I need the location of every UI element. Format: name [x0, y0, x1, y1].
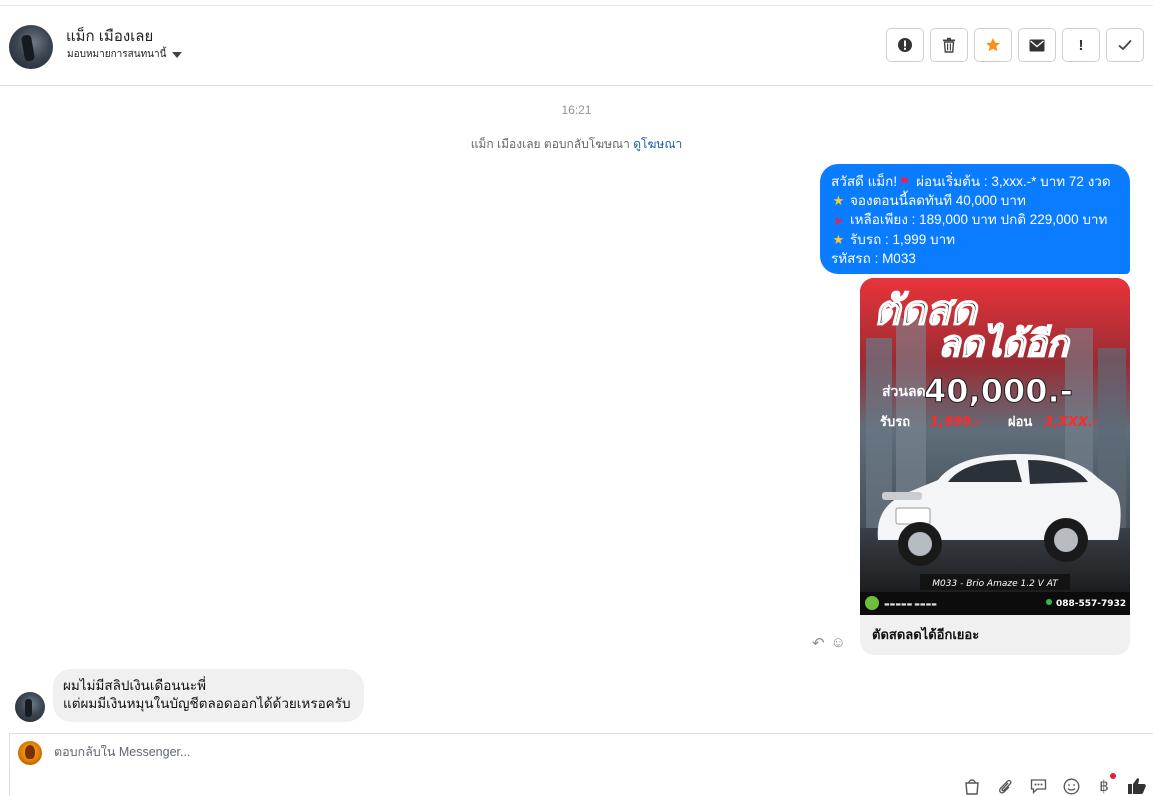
trash-icon: [943, 37, 955, 53]
checkmark-icon: [1118, 39, 1132, 51]
car-code-text: รหัสรถ : M033: [831, 250, 916, 266]
contact-avatar[interactable]: [9, 25, 53, 69]
baht-icon[interactable]: ฿: [1094, 773, 1116, 796]
message-line: ★ จองตอนนี้ลดทันที 40,000 บาท: [831, 191, 1119, 210]
header-actions: !: [886, 28, 1144, 62]
ad-card-title[interactable]: ตัดสดลดได้อีกเยอะ: [872, 624, 979, 645]
star-button[interactable]: [974, 28, 1012, 62]
reply-composer: ฿: [9, 733, 1153, 796]
ad-installment-value: 3,XXX.-: [1044, 415, 1098, 430]
red-flag-icon: ⚑: [898, 174, 911, 190]
svg-text:▬▬▬▬▬ ▬▬▬▬: ▬▬▬▬▬ ▬▬▬▬: [884, 601, 937, 608]
message-hover-tools: ↶ ☺: [812, 634, 846, 652]
react-emoji-icon[interactable]: ☺: [831, 634, 846, 652]
installment-text: ผ่อนเริ่มต้น : 3,xxx.-* บาท 72 งวด: [916, 174, 1111, 189]
ad-receive-value: 1,999.-: [930, 415, 981, 430]
star-emoji-icon: ★: [832, 231, 845, 247]
incoming-line-1: ผมไม่มีสลิปเงินเดือนนะพี่: [63, 678, 207, 693]
price-text: เหลือเพียง : 189,000 บาท ปกติ 229,000 บา…: [850, 212, 1108, 228]
mark-done-button[interactable]: [1106, 28, 1144, 62]
mail-icon: [1029, 39, 1045, 51]
quick-reply-icon[interactable]: [1028, 776, 1048, 796]
emoji-icon[interactable]: [1061, 776, 1081, 796]
incoming-message-bubble[interactable]: ผมไม่มีสลิปเงินเดือนนะพี่ แต่ผมมีเงินหมุ…: [53, 669, 364, 722]
ad-headline-2: ลดได้อีก: [938, 323, 1071, 365]
star-icon: [986, 38, 1000, 52]
mark-spam-button[interactable]: [886, 28, 924, 62]
assign-label: มอบหมายการสนทนานี้: [67, 49, 167, 60]
ad-receive-label: รับรถ: [880, 415, 910, 430]
pushpin-icon: ➤: [833, 212, 844, 228]
message-line: สวัสดี แม็ก! ⚑ ผ่อนเริ่มต้น : 3,xxx.-* บ…: [831, 172, 1119, 191]
reply-input[interactable]: [54, 745, 854, 759]
composer-tools: ฿: [962, 773, 1147, 796]
outgoing-message-bubble[interactable]: สวัสดี แม็ก! ⚑ ผ่อนเริ่มต้น : 3,xxx.-* บ…: [820, 164, 1130, 274]
ad-reply-text: แม็ก เมืองเลย ตอบกลับโฆษณา: [470, 137, 630, 151]
pickup-text: รับรถ : 1,999 บาท: [850, 231, 956, 247]
ad-card[interactable]: ตัดสด ลดได้อีก ส่วนลด 40,000.- รับรถ 1,9…: [860, 278, 1130, 655]
reply-icon[interactable]: ↶: [812, 634, 825, 652]
like-icon[interactable]: [1127, 776, 1147, 796]
spam-icon: [898, 38, 912, 52]
messenger-inbox: แม็ก เมืองเลย มอบหมายการสนทนานี้ ! 16:21…: [0, 0, 1153, 796]
ad-discount-prefix: ส่วนลด: [882, 384, 926, 400]
message-line: รหัสรถ : M033: [831, 249, 1119, 268]
paperclip-icon[interactable]: [995, 776, 1015, 796]
view-ad-link[interactable]: ดูโฆษณา: [633, 137, 682, 151]
mark-unread-button[interactable]: [1018, 28, 1056, 62]
message-line: ➤ เหลือเพียง : 189,000 บาท ปกติ 229,000 …: [831, 210, 1119, 229]
car-ad-illustration: ตัดสด ลดได้อีก ส่วนลด 40,000.- รับรถ 1,9…: [860, 278, 1130, 615]
conversation-header: แม็ก เมืองเลย มอบหมายการสนทนานี้ !: [0, 6, 1153, 86]
assign-conversation-dropdown[interactable]: มอบหมายการสนทนานี้: [67, 47, 183, 62]
page-avatar: [18, 741, 42, 765]
ad-model-text: M033 - Brio Amaze 1.2 V AT: [932, 579, 1059, 589]
sender-avatar[interactable]: [15, 692, 45, 722]
exclamation-icon: !: [1078, 36, 1084, 54]
ad-installment-label: ผ่อน: [1008, 415, 1032, 430]
contact-name[interactable]: แม็ก เมืองเลย: [66, 24, 153, 48]
booking-text: จองตอนนี้ลดทันที 40,000 บาท: [850, 193, 1026, 209]
incoming-line-2: แต่ผมมีเงินหมุนในบัญชีตลอดออกได้ด้วยเหรอ…: [63, 696, 351, 711]
greeting-text: สวัสดี แม็ก!: [831, 174, 898, 189]
message-timestamp: 16:21: [561, 103, 592, 117]
bag-icon[interactable]: [962, 776, 982, 796]
ad-reply-notice: แม็ก เมืองเลย ตอบกลับโฆษณา ดูโฆษณา: [0, 135, 1153, 154]
caret-down-icon: [172, 51, 183, 58]
star-emoji-icon: ★: [832, 193, 845, 209]
delete-button[interactable]: [930, 28, 968, 62]
ad-phone: 088-557-7932: [1056, 599, 1126, 609]
message-line: ★ รับรถ : 1,999 บาท: [831, 230, 1119, 249]
follow-up-button[interactable]: !: [1062, 28, 1100, 62]
ad-image[interactable]: ตัดสด ลดได้อีก ส่วนลด 40,000.- รับรถ 1,9…: [860, 278, 1130, 615]
ad-discount-value: 40,000.-: [924, 372, 1073, 410]
